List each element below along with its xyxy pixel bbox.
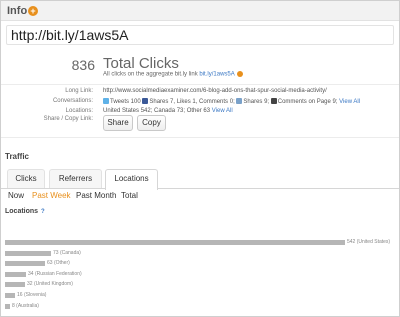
location-bar [5, 293, 15, 298]
total-clicks-count: 836 [71, 57, 95, 73]
location-bar-label: 542 (United States) [347, 239, 391, 245]
tab-locations[interactable]: Locations [105, 169, 158, 190]
location-bar-label: 16 (Slovenia) [17, 292, 47, 298]
divider [1, 84, 399, 85]
conversations-label: Conversations: [52, 98, 93, 104]
long-link[interactable]: http://www.socialmediaexaminer.com/6-blo… [103, 88, 327, 94]
location-bar [5, 240, 345, 245]
traffic-title: Traffic [5, 152, 30, 161]
clicks-subtext-label: All clicks on the aggregate bit.ly link [103, 71, 198, 78]
locations-title: Locations [5, 208, 39, 215]
location-bar-label: 32 (United Kingdom) [27, 281, 73, 287]
short-url[interactable]: http://bit.ly/1aws5A [11, 27, 129, 43]
tabs-underline [1, 188, 399, 189]
help-icon[interactable]: ? [41, 209, 45, 215]
clicks-subtext: All clicks on the aggregate bit.ly link … [103, 71, 243, 78]
conversations-list: Tweets 100 Shares 7, Likes 1, Comments 0… [103, 98, 360, 105]
location-bar-label: 34 (Russian Federation) [28, 271, 82, 277]
locations-summary: United States 542; Canada 73; Other 63 V… [103, 108, 233, 114]
conversations-view-all[interactable]: View All [339, 99, 360, 105]
info-title: Info [7, 5, 28, 17]
locations-chart-title: Locations ? [5, 208, 45, 215]
tab-clicks[interactable]: Clicks [7, 169, 45, 189]
location-bar-label: 73 (Canada) [53, 250, 81, 256]
total-clicks-label: Total Clicks [103, 55, 179, 72]
page-comments: Comments on Page 9; [277, 99, 338, 105]
linkedin-icon [236, 98, 243, 104]
info-panel: Info + http://bit.ly/1aws5A 836 Total Cl… [0, 0, 400, 317]
period-past-month[interactable]: Past Month [76, 191, 116, 200]
aggregate-link[interactable]: bit.ly/1aws5A [199, 72, 234, 78]
period-now[interactable]: Now [8, 191, 24, 200]
plus-circle-icon[interactable]: + [28, 6, 38, 16]
info-header: Info + [1, 1, 399, 21]
page-comments-icon [270, 98, 277, 104]
location-bar [5, 282, 25, 287]
period-past-week[interactable]: Past Week [32, 191, 71, 200]
twitter-icon [103, 98, 109, 104]
locations-text: United States 542; Canada 73; Other 63 [103, 108, 211, 114]
locations-view-all[interactable]: View All [212, 108, 233, 114]
location-bar [5, 261, 45, 266]
tab-referrers[interactable]: Referrers [49, 169, 102, 189]
plus-circle-icon[interactable] [236, 71, 243, 77]
linkedin-stats: Shares 9; [243, 99, 270, 105]
share-button[interactable]: Share [103, 115, 133, 131]
location-bar-label: 8 (Australia) [12, 303, 39, 309]
location-bar [5, 251, 51, 256]
copy-button[interactable]: Copy [137, 115, 166, 131]
facebook-stats: Shares 7, Likes 1, Comments 0; [149, 99, 235, 105]
long-link-label: Long Link: [65, 88, 93, 94]
location-bar [5, 304, 10, 309]
location-bar-label: 63 (Other) [47, 260, 70, 266]
location-bar [5, 272, 26, 277]
tweets-count: Tweets 100 [110, 99, 141, 105]
short-url-box[interactable]: http://bit.ly/1aws5A [6, 25, 394, 45]
period-total[interactable]: Total [121, 191, 138, 200]
facebook-icon [142, 98, 149, 104]
divider [1, 137, 399, 138]
locations-label: Locations: [65, 108, 93, 114]
share-copy-label: Share / Copy Link: [43, 116, 93, 122]
